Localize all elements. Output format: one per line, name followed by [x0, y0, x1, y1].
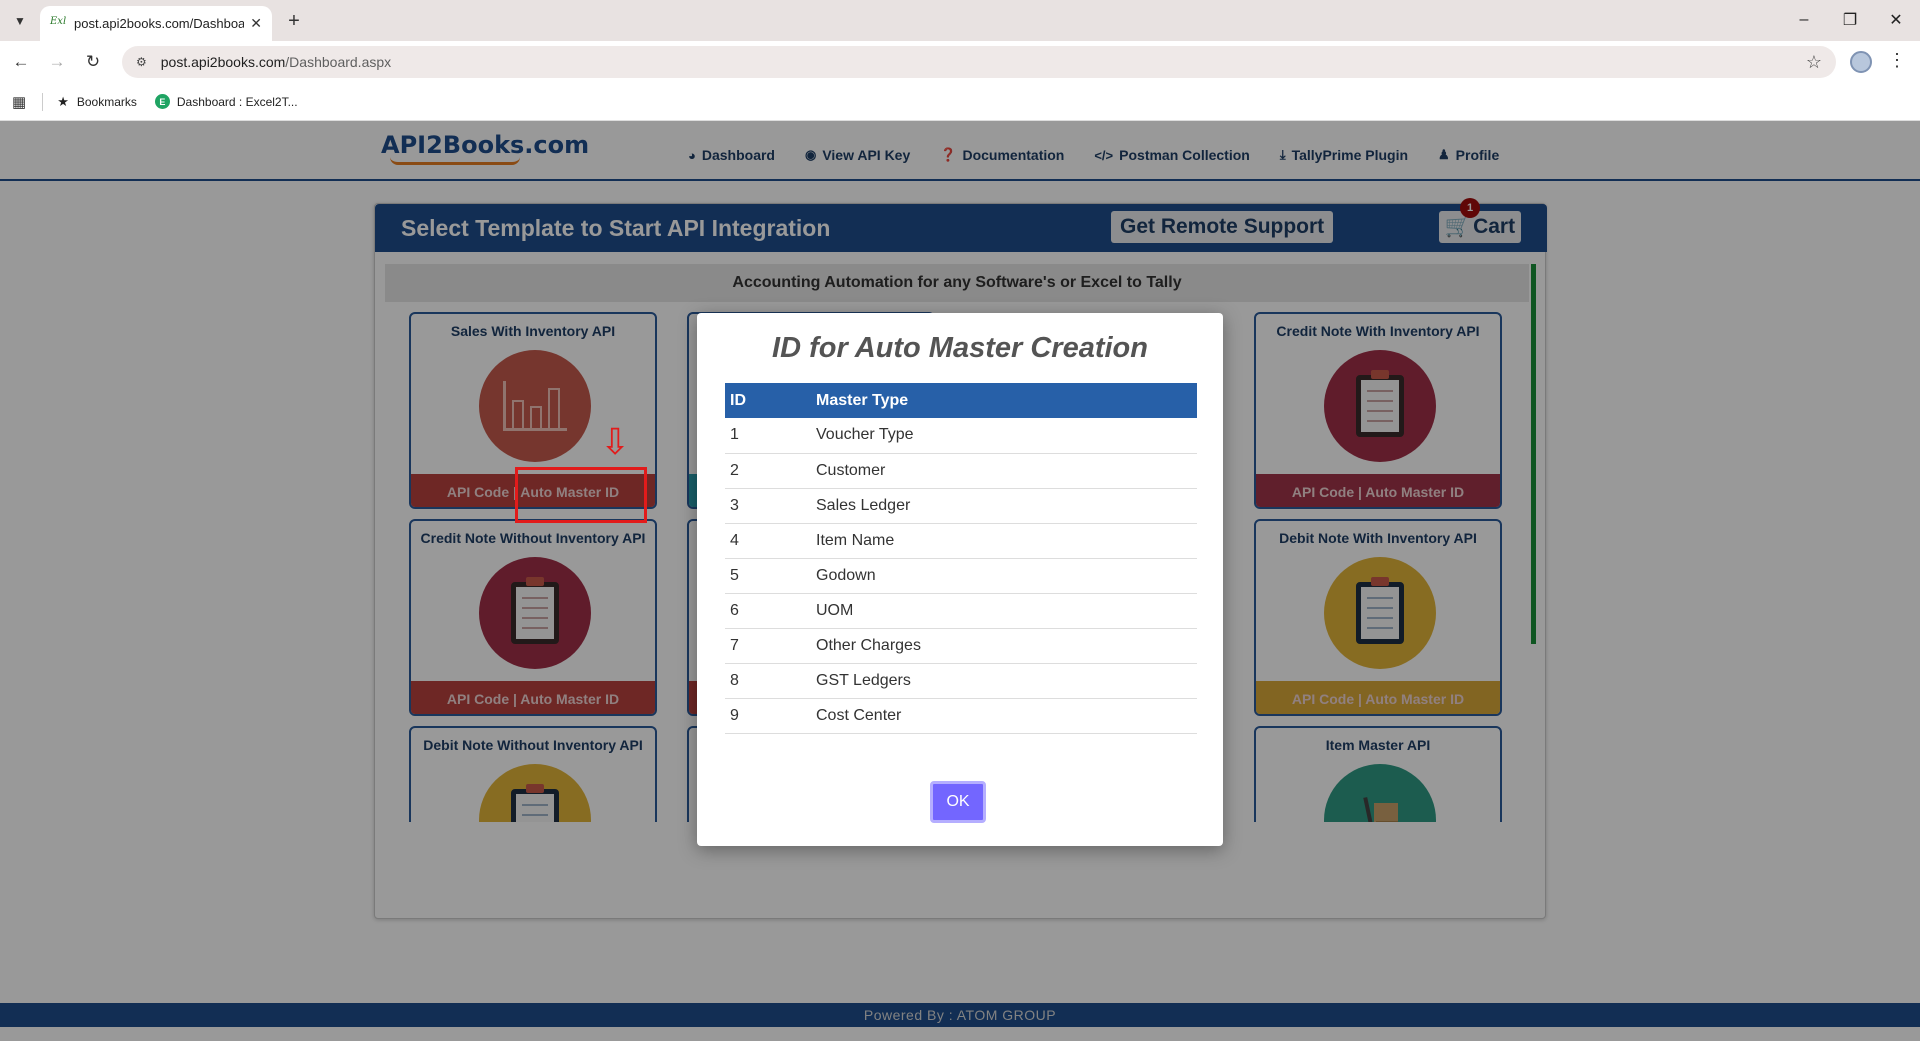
- new-tab-icon[interactable]: +: [282, 9, 306, 33]
- url-path: /Dashboard.aspx: [285, 54, 392, 70]
- bookmark-item-bookmarks[interactable]: ★ Bookmarks: [57, 94, 137, 110]
- id-cell: 1: [725, 418, 811, 454]
- table-row: 6 UOM: [725, 593, 1197, 629]
- back-icon[interactable]: ←: [8, 50, 34, 74]
- master-type-cell: Voucher Type: [811, 418, 1197, 454]
- table-row: 3 Sales Ledger: [725, 488, 1197, 524]
- id-cell: 4: [725, 523, 811, 559]
- master-type-cell: GST Ledgers: [811, 663, 1197, 699]
- browser-tabstrip: ▼ Exl post.api2books.com/Dashboard.aspx …: [0, 0, 1920, 41]
- browser-tab[interactable]: Exl post.api2books.com/Dashboard.aspx ✕: [40, 6, 272, 41]
- tab-title: post.api2books.com/Dashboard.aspx: [74, 16, 244, 31]
- restore-icon[interactable]: ❐: [1836, 8, 1864, 32]
- master-id-table: ID Master Type 1 Voucher Type 2 Customer 3 Sa…: [725, 383, 1197, 734]
- auto-master-id-dialog: ID for Auto Master Creation ID Master Ty…: [697, 313, 1223, 846]
- tab-search-icon[interactable]: ▼: [8, 9, 32, 33]
- id-cell: 2: [725, 453, 811, 489]
- site-info-icon[interactable]: ⚙: [136, 55, 147, 69]
- forward-icon[interactable]: →: [44, 50, 70, 74]
- master-type-cell: Customer: [811, 453, 1197, 489]
- table-row: 1 Voucher Type: [725, 418, 1197, 454]
- bookmark-star-icon[interactable]: ☆: [1806, 52, 1822, 73]
- master-type-cell: Other Charges: [811, 628, 1197, 664]
- id-cell: 5: [725, 558, 811, 594]
- site-favicon-icon: Exl: [50, 15, 67, 27]
- column-header: ID: [725, 383, 811, 418]
- browser-toolbar: ← → ↻ ⚙ post.api2books.com/Dashboard.asp…: [0, 41, 1920, 83]
- id-cell: 3: [725, 488, 811, 524]
- master-type-cell: UOM: [811, 593, 1197, 629]
- id-cell: 8: [725, 663, 811, 699]
- ok-button[interactable]: OK: [930, 781, 986, 823]
- excel-favicon-icon: E: [154, 94, 170, 109]
- table-row: 9 Cost Center: [725, 698, 1197, 734]
- annotation-arrow-icon: ⇩: [600, 421, 631, 462]
- master-type-cell: Sales Ledger: [811, 488, 1197, 524]
- reload-icon[interactable]: ↻: [80, 50, 106, 74]
- address-bar[interactable]: ⚙ post.api2books.com/Dashboard.aspx ☆: [122, 46, 1836, 78]
- minimize-icon[interactable]: –: [1790, 8, 1818, 32]
- annotation-highlight-box: [515, 467, 647, 523]
- close-window-icon[interactable]: ✕: [1882, 8, 1910, 32]
- bookmark-label: Bookmarks: [76, 94, 137, 109]
- master-type-cell: Cost Center: [811, 698, 1197, 734]
- column-header: Master Type: [811, 383, 1197, 418]
- id-cell: 6: [725, 593, 811, 629]
- table-row: 8 GST Ledgers: [725, 663, 1197, 699]
- browser-menu-icon[interactable]: ⋮: [1888, 50, 1906, 71]
- master-type-cell: Godown: [811, 558, 1197, 594]
- tab-close-icon[interactable]: ✕: [250, 15, 262, 32]
- bookmarks-bar: ▦ ★ Bookmarks E Dashboard : Excel2T...: [0, 83, 1920, 121]
- bookmark-label: Dashboard : Excel2T...: [176, 94, 298, 109]
- table-row: 4 Item Name: [725, 523, 1197, 559]
- bookmarks-separator: [42, 92, 44, 111]
- dialog-title: ID for Auto Master Creation: [772, 332, 1148, 364]
- table-header-row: ID Master Type: [725, 383, 1197, 418]
- bookmark-item-dashboard[interactable]: E Dashboard : Excel2T...: [154, 94, 298, 109]
- master-type-cell: Item Name: [811, 523, 1197, 559]
- id-cell: 9: [725, 698, 811, 734]
- id-cell: 7: [725, 628, 811, 664]
- table-row: 2 Customer: [725, 453, 1197, 489]
- table-row: 5 Godown: [725, 558, 1197, 594]
- star-icon: ★: [57, 93, 69, 109]
- apps-grid-icon[interactable]: ▦: [12, 93, 26, 111]
- table-row: 7 Other Charges: [725, 628, 1197, 664]
- profile-avatar[interactable]: [1850, 51, 1872, 73]
- url-host: post.api2books.com: [160, 54, 286, 70]
